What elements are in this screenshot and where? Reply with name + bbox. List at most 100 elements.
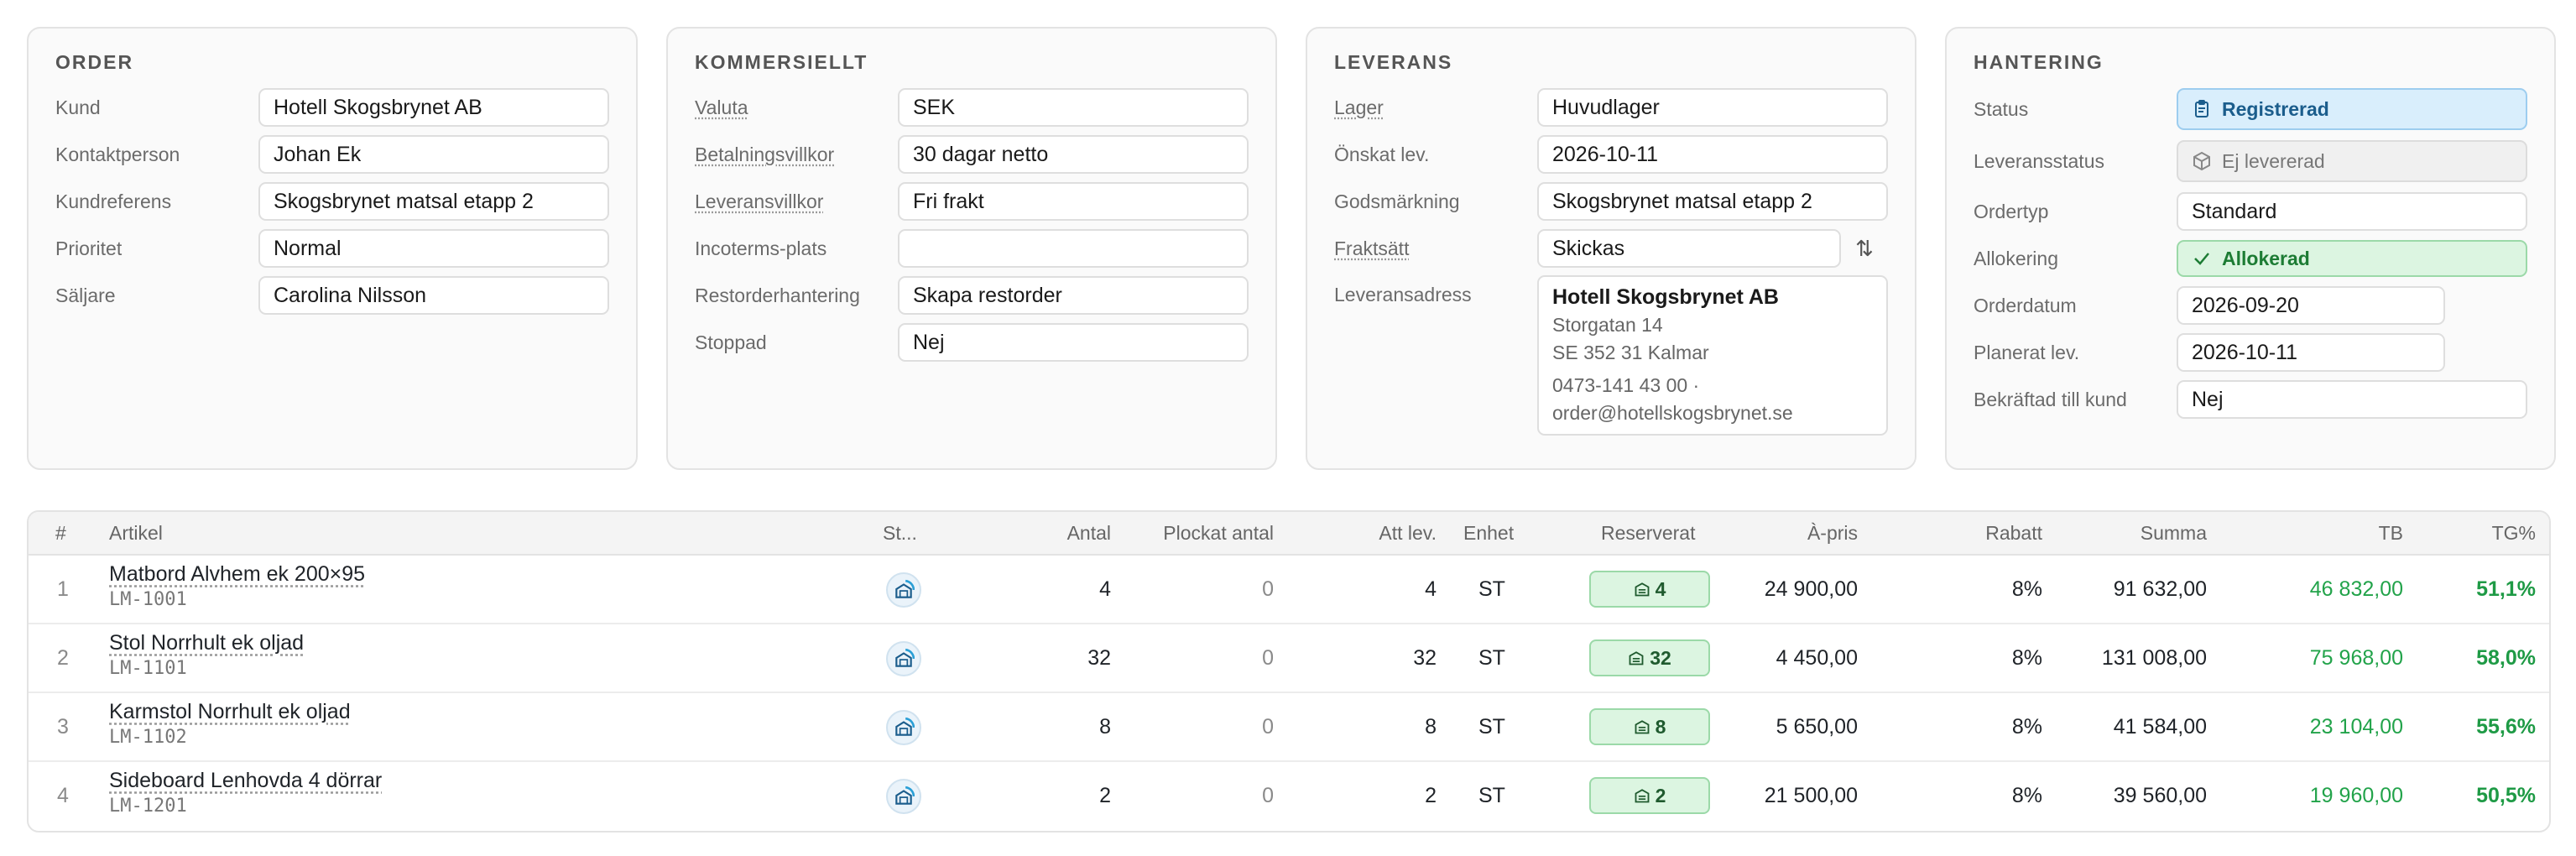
col-tb[interactable]: TB xyxy=(2379,522,2403,545)
customer-reference-field[interactable]: Skogsbrynet matsal etapp 2 xyxy=(258,182,609,221)
currency-field[interactable]: SEK xyxy=(898,88,1249,127)
tb-cell: 23 104,00 xyxy=(2309,715,2403,739)
picked-cell: 0 xyxy=(1262,577,1274,601)
col-to-deliver[interactable]: Att lev. xyxy=(1379,522,1437,545)
card-title: LEVERANS xyxy=(1334,51,1453,73)
customer-field[interactable]: Hotell Skogsbrynet AB xyxy=(258,88,609,127)
goods-marking-field[interactable]: Skogsbrynet matsal etapp 2 xyxy=(1537,182,1888,221)
field-label: Lager xyxy=(1334,96,1384,118)
field-order-date: Orderdatum 2026-09-20 xyxy=(1974,285,2527,326)
tg-cell: 51,1% xyxy=(2476,577,2536,601)
warehouse-field[interactable]: Huvudlager xyxy=(1537,88,1888,127)
field-marking: Godsmärkning Skogsbrynet matsal etapp 2 xyxy=(1334,181,1888,222)
table-header: # Artikel St... Antal Plockat antal Att … xyxy=(29,512,2549,556)
seller-field[interactable]: Carolina Nilsson xyxy=(258,276,609,315)
col-picked[interactable]: Plockat antal xyxy=(1163,522,1274,545)
field-shipping-method: Fraktsätt Skickas ⇅ xyxy=(1334,228,1888,269)
field-requested-date: Önskat lev. 2026-10-11 xyxy=(1334,134,1888,175)
delivery-terms-field[interactable]: Fri frakt xyxy=(898,182,1249,221)
row-num: 2 xyxy=(57,646,69,670)
reserved-badge[interactable]: 4 xyxy=(1589,571,1710,608)
col-status[interactable]: St... xyxy=(883,522,917,545)
delivery-status-badge[interactable]: Ej levererad xyxy=(2177,140,2527,182)
table-row[interactable]: 3 Karmstol Norrhult ek oljad LM-1102 8 0… xyxy=(29,693,2549,762)
qty-cell: 4 xyxy=(1099,577,1111,601)
article-cell: Matbord Alvhem ek 200×95 LM-1001 xyxy=(109,556,780,624)
article-sku: LM-1001 xyxy=(109,589,187,610)
col-num[interactable]: # xyxy=(55,522,66,545)
field-label: Kund xyxy=(55,96,101,118)
article-cell: Sideboard Lenhovda 4 dörrar LM-1201 xyxy=(109,762,780,831)
field-customer: Kund Hotell Skogsbrynet AB xyxy=(55,87,609,128)
unit-cell: ST xyxy=(1478,784,1505,807)
reserved-badge[interactable]: 2 xyxy=(1589,777,1710,814)
col-tg[interactable]: TG% xyxy=(2492,522,2536,545)
package-icon xyxy=(2193,151,2210,171)
payment-terms-field[interactable]: 30 dagar netto xyxy=(898,135,1249,174)
priority-field[interactable]: Normal xyxy=(258,229,609,268)
col-article[interactable]: Artikel xyxy=(109,522,163,545)
field-contact: Kontaktperson Johan Ek xyxy=(55,134,609,175)
shipping-method-field[interactable]: Skickas xyxy=(1537,229,1841,268)
row-num: 3 xyxy=(57,715,69,739)
field-label: Allokering xyxy=(1974,247,2058,269)
allocation-badge[interactable]: Allokerad xyxy=(2177,240,2527,277)
col-qty[interactable]: Antal xyxy=(1067,522,1111,545)
warehouse-progress-icon[interactable] xyxy=(886,641,921,676)
order-date-field[interactable]: 2026-09-20 xyxy=(2177,286,2445,325)
table-row[interactable]: 4 Sideboard Lenhovda 4 dörrar LM-1201 2 … xyxy=(29,762,2549,831)
contact-field[interactable]: Johan Ek xyxy=(258,135,609,174)
field-label: Incoterms-plats xyxy=(695,237,827,259)
swap-vertical-icon[interactable]: ⇅ xyxy=(1841,236,1888,262)
article-name-link[interactable]: Karmstol Norrhult ek oljad xyxy=(109,700,351,724)
status-badge[interactable]: Registrerad xyxy=(2177,88,2527,130)
warehouse-progress-icon[interactable] xyxy=(886,710,921,745)
stopped-field[interactable]: Nej xyxy=(898,323,1249,362)
delivery-address-box[interactable]: Hotell Skogsbrynet AB Storgatan 14 SE 35… xyxy=(1537,275,1888,436)
col-discount[interactable]: Rabatt xyxy=(1985,522,2042,545)
col-reserved[interactable]: Reserverat xyxy=(1601,522,1695,545)
field-label: Godsmärkning xyxy=(1334,190,1460,212)
confirmed-field[interactable]: Nej xyxy=(2177,380,2527,419)
backorder-field[interactable]: Skapa restorder xyxy=(898,276,1249,315)
article-name-link[interactable]: Sideboard Lenhovda 4 dörrar xyxy=(109,769,382,793)
field-allocation: Allokering Allokerad xyxy=(1974,238,2527,279)
table-row[interactable]: 2 Stol Norrhult ek oljad LM-1101 32 0 32… xyxy=(29,624,2549,693)
warehouse-progress-icon[interactable] xyxy=(886,572,921,608)
price-cell: 21 500,00 xyxy=(1764,784,1858,807)
field-priority: Prioritet Normal xyxy=(55,228,609,269)
field-label: Kontaktperson xyxy=(55,143,180,165)
field-order-type: Ordertyp Standard xyxy=(1974,191,2527,232)
article-name-link[interactable]: Matbord Alvhem ek 200×95 xyxy=(109,562,365,587)
col-price[interactable]: À-pris xyxy=(1807,522,1858,545)
article-name-link[interactable]: Stol Norrhult ek oljad xyxy=(109,631,304,655)
article-cell: Karmstol Norrhult ek oljad LM-1102 xyxy=(109,693,780,762)
discount-cell: 8% xyxy=(2011,784,2042,807)
warehouse-progress-icon[interactable] xyxy=(886,779,921,814)
incoterms-place-field[interactable] xyxy=(898,229,1249,268)
reserved-count: 2 xyxy=(1655,784,1666,806)
delivery-status-text: Ej levererad xyxy=(2222,149,2325,172)
reserved-badge[interactable]: 32 xyxy=(1589,639,1710,676)
reserved-count: 4 xyxy=(1655,577,1666,600)
requested-date-field[interactable]: 2026-10-11 xyxy=(1537,135,1888,174)
field-status: Status Registrerad xyxy=(1974,87,2527,131)
article-cell: Stol Norrhult ek oljad LM-1101 xyxy=(109,624,780,693)
field-incoterms: Incoterms-plats xyxy=(695,228,1249,269)
qty-cell: 2 xyxy=(1099,784,1111,807)
status-text: Registrerad xyxy=(2222,97,2329,120)
allocation-text: Allokerad xyxy=(2222,247,2310,269)
planned-date-field[interactable]: 2026-10-11 xyxy=(2177,333,2445,372)
col-sum[interactable]: Summa xyxy=(2141,522,2207,545)
col-unit[interactable]: Enhet xyxy=(1463,522,1514,545)
reserved-badge[interactable]: 8 xyxy=(1589,708,1710,745)
table-row[interactable]: 1 Matbord Alvhem ek 200×95 LM-1001 4 0 4… xyxy=(29,556,2549,624)
field-backorder: Restorderhantering Skapa restorder xyxy=(695,275,1249,316)
card-title: ORDER xyxy=(55,51,134,73)
field-label: Leveransstatus xyxy=(1974,149,2104,172)
order-type-field[interactable]: Standard xyxy=(2177,192,2527,231)
field-label: Fraktsätt xyxy=(1334,237,1410,259)
tg-cell: 55,6% xyxy=(2476,715,2536,739)
sum-cell: 91 632,00 xyxy=(2113,577,2207,601)
field-label: Betalningsvillkor xyxy=(695,143,835,165)
